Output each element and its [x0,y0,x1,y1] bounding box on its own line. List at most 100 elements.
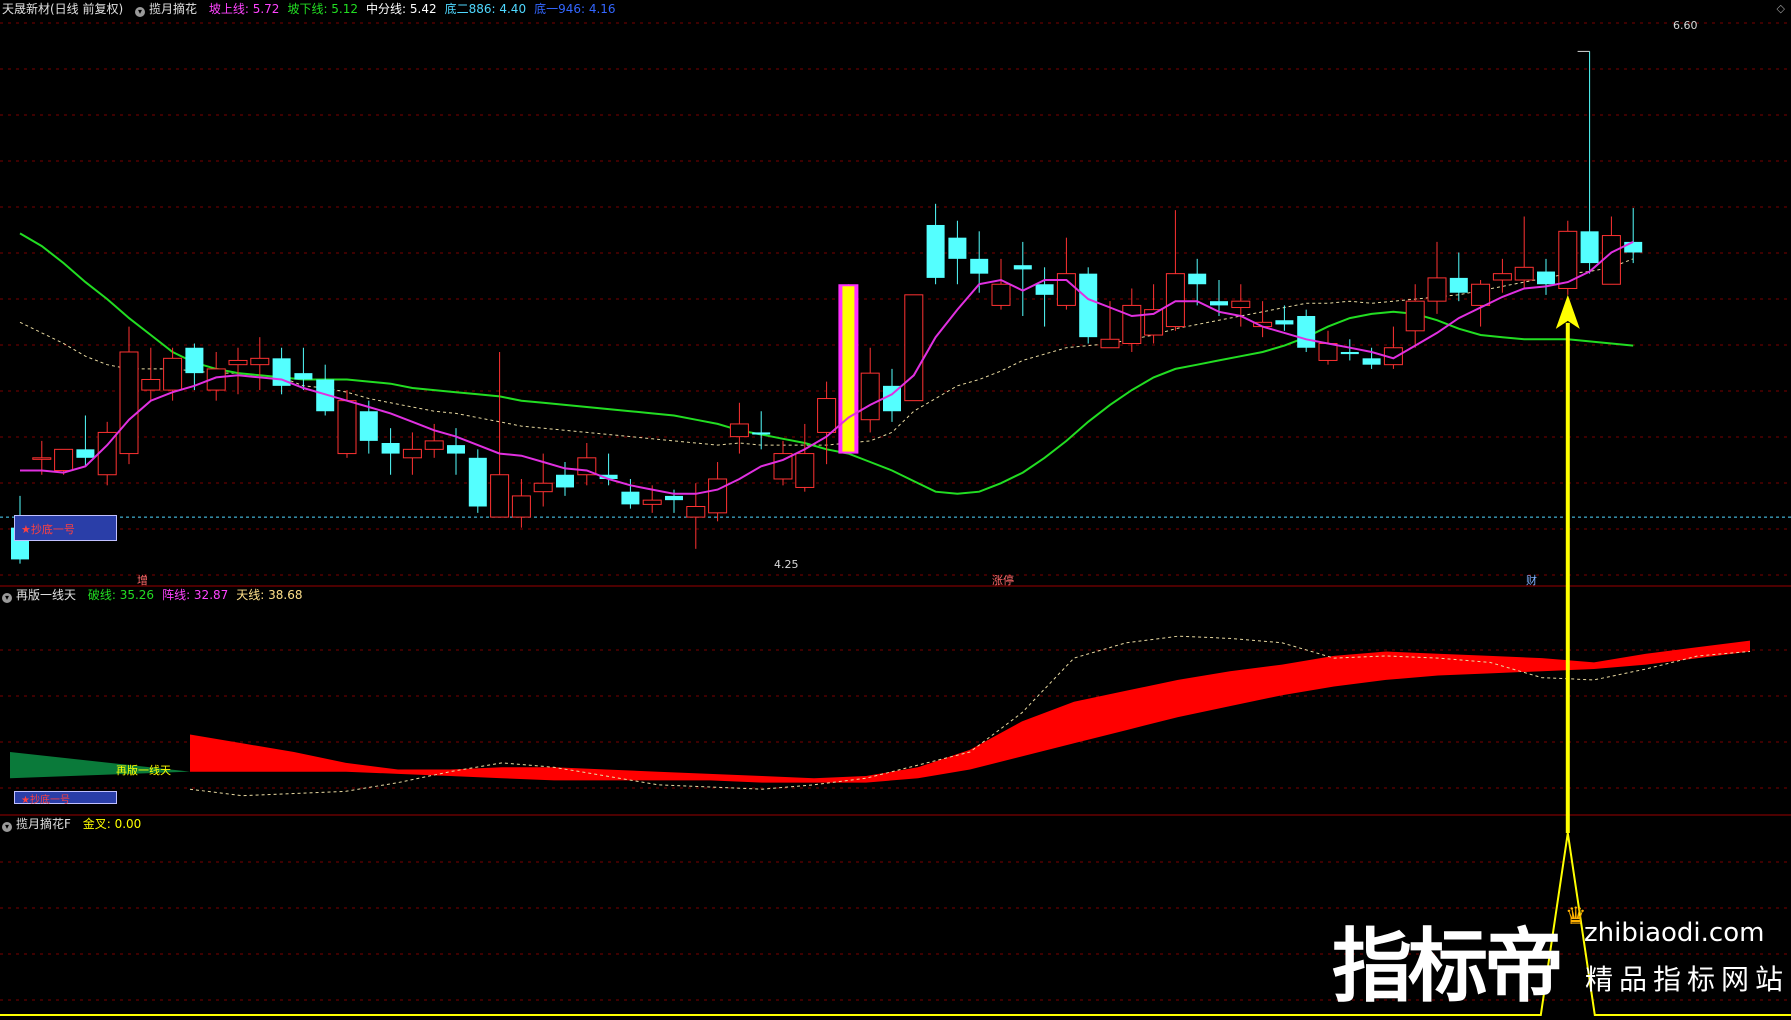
panel1-values: 坡上线: 5.72 坡下线: 5.12 中分线: 5.42 底二886: 4.40 底一… [209,2,624,16]
candle-body [860,372,880,421]
candle-body [1624,241,1643,253]
candle-body [337,400,357,455]
high-price-label: 6.60 [1673,19,1698,32]
candle-body [1297,315,1316,348]
candle-body [642,499,662,505]
candle-body [1231,300,1251,309]
candle-body [752,432,771,435]
candle-body [1013,265,1032,270]
candle-body [1340,351,1359,355]
candle-body [141,378,161,391]
candle-body [1100,338,1120,349]
buy-signal-label: ★抄底一号 [21,523,75,536]
candle-body [1514,266,1534,281]
candle-body [1035,284,1054,295]
candle-body [621,491,640,505]
watermark-brand: 指标帝 [1332,920,1564,1013]
settings-icon[interactable]: ▾ [2,593,12,603]
panel2-item-2: 天线: 38.68 [236,588,303,602]
candle-body [511,495,531,518]
candle-body [817,398,837,433]
candle-body [76,449,95,458]
candle-body [1079,273,1098,338]
panel2-buy-box: ★抄底一号 [14,791,117,806]
panel2-red-band [190,640,1750,783]
candle-body [447,445,465,454]
panel1-item-3: 底二886: 4.40 [444,2,527,16]
candle-body [665,495,683,501]
candle-body [1492,273,1512,281]
candle-body [32,457,52,460]
candle-body [359,411,378,441]
candle-body [1210,301,1228,306]
candle-body [1122,304,1142,345]
window-controls: ◇ [1777,2,1785,15]
candle-body [1362,358,1381,365]
candle-body [795,453,815,488]
candle-body [1601,235,1621,285]
special-candle-inner [842,286,855,452]
panel3-header: ▾ 揽月摘花F 金叉: 0.00 [2,816,157,832]
candle-body [948,237,967,259]
candle-body [1471,283,1491,306]
candle-body [228,359,248,366]
candle-body [729,423,749,438]
candle-body [402,448,422,459]
panel2-buy-label: ★抄底一号 [21,795,70,806]
collapse-icon[interactable]: ◇ [1777,2,1785,15]
candle-body [1449,277,1468,293]
candle-body [250,357,270,366]
panel1-item-1: 坡下线: 5.12 [287,2,359,16]
candle-body [556,474,574,488]
candle-body [1405,300,1425,332]
candle-body [424,440,444,450]
candle-body [1537,271,1555,285]
candle-body [294,373,313,380]
candle-body [119,351,139,455]
panel2-item-1: 阵线: 32.87 [162,588,229,602]
candle-body [1427,277,1447,302]
candle-body [533,482,553,493]
panel1-item-4: 底一946: 4.16 [534,2,616,16]
candle-body [926,224,945,278]
candle-body [1275,320,1294,325]
watermark-domain: zhibiaodi.com [1584,918,1765,948]
candle-body [1580,231,1599,264]
panel2-header: ▾ 再版一线天 破线: 35.26 阵线: 32.87 天线: 38.68 [2,587,319,603]
panel3-item-0: 金叉: 0.00 [82,817,142,831]
marker-cai: 财 [1526,574,1537,587]
low-price-label: 4.25 [774,558,799,571]
candle-body [686,505,706,518]
settings-icon[interactable]: ▾ [135,7,146,17]
stock-name: 天晟新材(日线 前复权) [2,2,124,16]
marker-zeng: 增 [137,574,148,587]
watermark-slogan: 精品指标网站 [1585,963,1790,996]
settings-icon[interactable]: ▾ [2,822,12,832]
panel3-values: 金叉: 0.00 [83,817,150,831]
buy-signal-box: ★抄底一号 [14,515,117,541]
indicator-name[interactable]: 揽月摘花 [149,2,197,16]
candle-body [54,448,74,472]
panel2-inline-label: 再版一线天 [116,764,171,777]
panel1-item-2: 中分线: 5.42 [366,2,437,16]
panel1-header: 天晟新材(日线 前复权) ▾ 揽月摘花 坡上线: 5.72 坡下线: 5.12 中分线… [2,1,632,17]
panel1-item-0: 坡上线: 5.72 [208,2,280,16]
candle-body [991,283,1011,306]
candle-body [381,442,400,454]
candle-body [185,347,204,374]
marker-zhangting: 涨停 [992,574,1014,587]
candle-body [468,457,487,507]
candle-body [904,294,924,402]
candle-body [1165,273,1185,328]
panel2-name[interactable]: 再版一线天 [16,588,76,602]
candle-body [1056,273,1076,306]
candle-body [970,258,989,274]
candle-body [708,478,728,514]
candle-body [490,474,510,518]
panel2-item-0: 破线: 35.26 [87,588,155,602]
candle-body [1318,343,1338,361]
candle-body [163,357,183,391]
panel2-values: 破线: 35.26 阵线: 32.87 天线: 38.68 [88,588,311,602]
panel3-name[interactable]: 揽月摘花F [16,817,71,831]
chart-canvas [0,22,1791,1016]
